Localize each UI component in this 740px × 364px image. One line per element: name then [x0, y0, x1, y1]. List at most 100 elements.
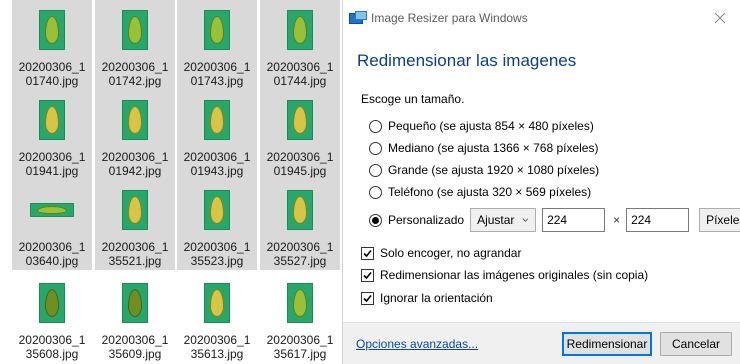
file-name-label: 20200306_1 01941.jpg — [12, 150, 92, 178]
leaf-photo-image — [287, 283, 313, 323]
leaf-photo-image — [122, 283, 148, 323]
size-option-label: Mediano (se ajusta 1366 × 768 píxeles) — [388, 141, 599, 155]
radio-large[interactable] — [369, 163, 382, 177]
radio-phone[interactable] — [369, 185, 382, 199]
file-name-line-1: 20200306_1 — [18, 150, 86, 164]
file-name-label: 20200306_1 01742.jpg — [95, 60, 175, 88]
file-thumbnail[interactable]: 20200306_1 35523.jpg — [177, 180, 257, 270]
file-thumbnail[interactable]: 20200306_1 35609.jpg — [95, 273, 175, 363]
option-shrink-only[interactable]: Solo encoger, no agrandar — [361, 244, 521, 262]
file-thumbnail[interactable]: 20200306_1 01942.jpg — [95, 90, 175, 180]
advanced-options-link[interactable]: Opciones avanzadas... — [356, 337, 478, 351]
leaf-shape — [293, 196, 307, 224]
file-thumbnail[interactable]: 20200306_1 35608.jpg — [12, 273, 92, 363]
dialog-footer: Opciones avanzadas... Redimensionar Canc… — [343, 322, 740, 364]
leaf-shape — [45, 289, 59, 317]
file-name-label: 20200306_1 01743.jpg — [177, 60, 257, 88]
thumbnail-frame — [95, 273, 175, 333]
size-option-label: Teléfono (se ajusta 320 × 569 píxeles) — [388, 185, 592, 199]
cancel-button[interactable]: Cancelar — [660, 332, 732, 356]
thumbnail-frame — [177, 90, 257, 150]
leaf-photo-image — [287, 100, 313, 140]
file-name-label: 20200306_1 01942.jpg — [95, 150, 175, 178]
checkmark-icon — [363, 271, 372, 279]
file-name-line-2: 35608.jpg — [25, 347, 79, 361]
thumbnail-frame — [12, 180, 92, 240]
resize-button[interactable]: Redimensionar — [562, 332, 652, 356]
file-name-label: 20200306_1 01945.jpg — [260, 150, 340, 178]
option-label: Ignorar la orientación — [380, 291, 493, 305]
leaf-photo-image — [287, 190, 313, 230]
leaf-shape — [37, 206, 67, 214]
chevron-down-icon — [522, 218, 529, 222]
file-name-line-2: 01942.jpg — [108, 164, 162, 178]
file-name-line-2: 01943.jpg — [190, 164, 244, 178]
leaf-shape — [210, 196, 224, 224]
leaf-photo-image — [204, 10, 230, 50]
replace-originals-checkbox[interactable] — [361, 268, 374, 282]
leaf-shape — [293, 16, 307, 44]
file-thumbnail[interactable]: 20200306_1 35617.jpg — [260, 273, 340, 363]
leaf-shape — [45, 106, 59, 134]
file-thumbnail[interactable]: 20200306_1 01943.jpg — [177, 90, 257, 180]
file-name-label: 20200306_1 35527.jpg — [260, 240, 340, 268]
leaf-shape — [128, 16, 142, 44]
leaf-shape — [210, 106, 224, 134]
file-name-line-1: 20200306_1 — [18, 240, 86, 254]
height-input[interactable]: 224 — [626, 208, 690, 232]
size-option-custom: Personalizado Ajustar 224 × 224 Píxeles — [369, 207, 740, 233]
leaf-shape — [128, 289, 142, 317]
file-name-line-1: 20200306_1 — [101, 150, 169, 164]
file-thumbnail[interactable]: 20200306_1 01742.jpg — [95, 0, 175, 90]
size-option-phone[interactable]: Teléfono (se ajusta 320 × 569 píxeles) — [369, 183, 591, 201]
file-thumbnail[interactable]: 20200306_1 35527.jpg — [260, 180, 340, 270]
file-thumbnail[interactable]: 20200306_1 35613.jpg — [177, 273, 257, 363]
custom-label: Personalizado — [388, 213, 465, 227]
file-name-line-2: 01742.jpg — [108, 74, 162, 88]
thumbnail-frame — [177, 273, 257, 333]
size-option-medium[interactable]: Mediano (se ajusta 1366 × 768 píxeles) — [369, 139, 598, 157]
file-name-label: 20200306_1 35617.jpg — [260, 333, 340, 361]
size-option-label: Pequeño (se ajusta 854 × 480 píxeles) — [388, 119, 594, 133]
file-name-line-2: 35527.jpg — [273, 254, 327, 268]
file-thumbnail[interactable]: 20200306_1 35521.jpg — [95, 180, 175, 270]
file-thumbnail[interactable]: 20200306_1 01743.jpg — [177, 0, 257, 90]
file-name-line-2: 03640.jpg — [25, 254, 79, 268]
file-name-line-2: 01945.jpg — [273, 164, 327, 178]
fit-mode-select[interactable]: Ajustar — [470, 208, 537, 232]
file-name-label: 20200306_1 35613.jpg — [177, 333, 257, 361]
window-title: Image Resizer para Windows — [371, 11, 528, 25]
leaf-photo-image — [30, 203, 74, 217]
file-thumbnail[interactable]: 20200306_1 01945.jpg — [260, 90, 340, 180]
unit-select[interactable]: Píxeles — [699, 208, 740, 232]
shrink-only-checkbox[interactable] — [361, 246, 374, 260]
leaf-shape — [128, 106, 142, 134]
file-thumbnail[interactable]: 20200306_1 03640.jpg — [12, 180, 92, 270]
file-thumbnail[interactable]: 20200306_1 01941.jpg — [12, 90, 92, 180]
file-thumbnail[interactable]: 20200306_1 01740.jpg — [12, 0, 92, 90]
size-option-small[interactable]: Pequeño (se ajusta 854 × 480 píxeles) — [369, 117, 594, 135]
width-input[interactable]: 224 — [542, 208, 606, 232]
size-option-large[interactable]: Grande (se ajusta 1920 × 1080 píxeles) — [369, 161, 599, 179]
radio-custom[interactable] — [369, 213, 382, 227]
radio-small[interactable] — [369, 119, 382, 133]
file-name-line-2: 35609.jpg — [108, 347, 162, 361]
title-bar: Image Resizer para Windows — [343, 0, 740, 34]
thumbnail-frame — [177, 180, 257, 240]
file-name-line-1: 20200306_1 — [266, 150, 334, 164]
option-replace-originals[interactable]: Redimensionar las imágenes originales (s… — [361, 266, 648, 284]
file-name-line-2: 01941.jpg — [25, 164, 79, 178]
fit-mode-value: Ajustar — [477, 213, 515, 227]
thumbnail-frame — [260, 0, 340, 60]
leaf-photo-image — [204, 100, 230, 140]
ignore-orientation-checkbox[interactable] — [361, 291, 374, 305]
file-name-line-2: 01744.jpg — [273, 74, 327, 88]
file-name-label: 20200306_1 03640.jpg — [12, 240, 92, 268]
times-symbol: × — [613, 213, 621, 227]
radio-medium[interactable] — [369, 141, 382, 155]
file-name-label: 20200306_1 35521.jpg — [95, 240, 175, 268]
file-thumbnail[interactable]: 20200306_1 01744.jpg — [260, 0, 340, 90]
option-ignore-orientation[interactable]: Ignorar la orientación — [361, 289, 493, 307]
thumbnail-frame — [95, 0, 175, 60]
close-icon[interactable] — [712, 10, 728, 26]
